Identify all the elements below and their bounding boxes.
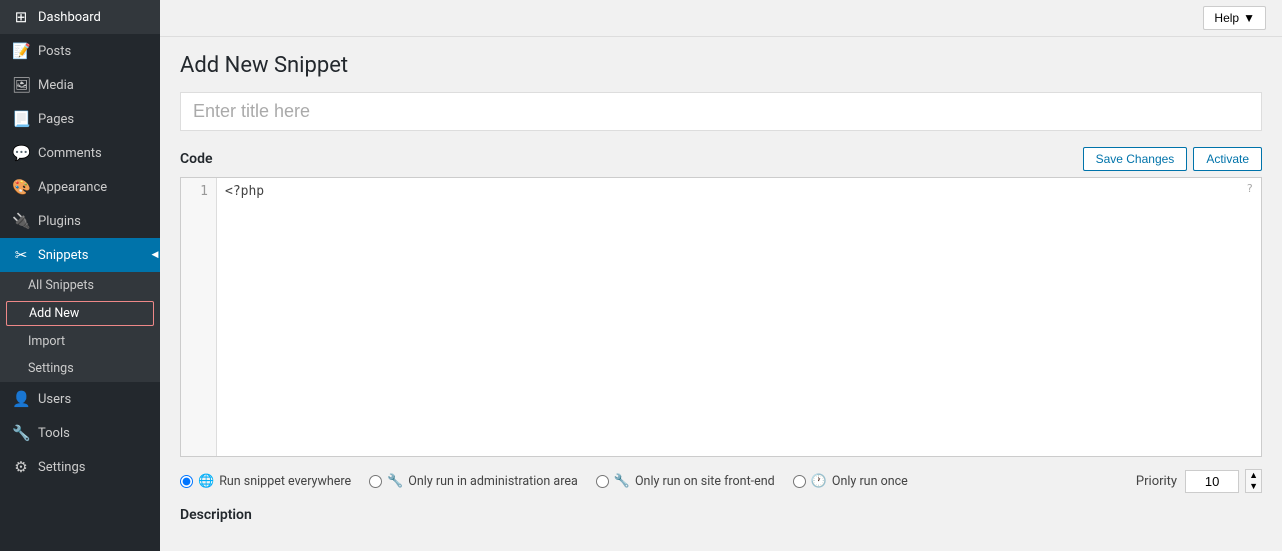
priority-up-button[interactable]: ▲: [1246, 470, 1261, 481]
submenu-all-snippets[interactable]: All Snippets: [0, 272, 160, 299]
help-button[interactable]: Help ▼: [1203, 6, 1266, 30]
run-option-once[interactable]: 🕐 Only run once: [793, 474, 908, 489]
content-area: Add New Snippet Code Save Changes Activa…: [160, 37, 1282, 551]
code-help-icon[interactable]: ?: [1246, 182, 1253, 195]
posts-icon: 📝: [12, 42, 30, 60]
sidebar-item-pages[interactable]: 📃 Pages: [0, 102, 160, 136]
priority-wrap: Priority ▲ ▼: [1136, 469, 1262, 493]
globe-icon: 🌐: [198, 474, 214, 489]
sidebar-item-dashboard[interactable]: ⊞ Dashboard: [0, 0, 160, 34]
main-content: Help ▼ Add New Snippet Code Save Changes…: [160, 0, 1282, 551]
run-option-frontend[interactable]: 🔧 Only run on site front-end: [596, 474, 775, 489]
line-number: 1: [189, 184, 208, 199]
run-option-everywhere[interactable]: 🌐 Run snippet everywhere: [180, 474, 351, 489]
description-label: Description: [180, 507, 1262, 523]
snippet-title-input[interactable]: [180, 92, 1262, 131]
code-editor: 1 <?php ?: [180, 177, 1262, 457]
submenu-add-new[interactable]: Add New: [6, 301, 154, 326]
wrench2-icon: 🔧: [614, 474, 630, 489]
sidebar-item-settings[interactable]: ⚙ Settings: [0, 450, 160, 484]
sidebar-item-media[interactable]: 🖼 Media: [0, 68, 160, 102]
code-area[interactable]: <?php ?: [217, 178, 1261, 456]
sidebar-item-tools[interactable]: 🔧 Tools: [0, 416, 160, 450]
sidebar-item-plugins[interactable]: 🔌 Plugins: [0, 204, 160, 238]
priority-label: Priority: [1136, 474, 1177, 489]
sidebar-item-comments[interactable]: 💬 Comments: [0, 136, 160, 170]
activate-button[interactable]: Activate: [1193, 147, 1262, 171]
sidebar-item-appearance[interactable]: 🎨 Appearance: [0, 170, 160, 204]
users-icon: 👤: [12, 390, 30, 408]
appearance-icon: 🎨: [12, 178, 30, 196]
save-changes-button[interactable]: Save Changes: [1083, 147, 1188, 171]
code-actions: Save Changes Activate: [1083, 147, 1262, 171]
snippets-icon: ✂: [12, 246, 30, 264]
wrench-icon: 🔧: [387, 474, 403, 489]
sidebar-item-snippets[interactable]: ✂ Snippets ◀: [0, 238, 160, 272]
page-title: Add New Snippet: [180, 53, 1262, 78]
sidebar-item-users[interactable]: 👤 Users: [0, 382, 160, 416]
run-frontend-radio[interactable]: [596, 475, 609, 488]
media-icon: 🖼: [12, 76, 30, 94]
run-admin-radio[interactable]: [369, 475, 382, 488]
submenu-settings[interactable]: Settings: [0, 355, 160, 382]
line-numbers: 1: [181, 178, 217, 456]
settings-icon: ⚙: [12, 458, 30, 476]
sidebar: ⊞ Dashboard 📝 Posts 🖼 Media 📃 Pages 💬 Co…: [0, 0, 160, 551]
submenu-import[interactable]: Import: [0, 328, 160, 355]
run-everywhere-radio[interactable]: [180, 475, 193, 488]
pages-icon: 📃: [12, 110, 30, 128]
sidebar-item-posts[interactable]: 📝 Posts: [0, 34, 160, 68]
plugins-icon: 🔌: [12, 212, 30, 230]
dashboard-icon: ⊞: [12, 8, 30, 26]
tools-icon: 🔧: [12, 424, 30, 442]
priority-down-button[interactable]: ▼: [1246, 481, 1261, 492]
priority-input[interactable]: [1185, 470, 1239, 493]
snippets-collapse-arrow[interactable]: ◀: [149, 238, 160, 272]
run-once-radio[interactable]: [793, 475, 806, 488]
snippets-submenu: All Snippets Add New Import Settings: [0, 272, 160, 382]
code-section-header: Code Save Changes Activate: [180, 147, 1262, 171]
run-option-admin[interactable]: 🔧 Only run in administration area: [369, 474, 578, 489]
run-options: 🌐 Run snippet everywhere 🔧 Only run in a…: [180, 469, 1262, 493]
comments-icon: 💬: [12, 144, 30, 162]
clock-icon: 🕐: [811, 474, 827, 489]
code-label: Code: [180, 151, 213, 167]
topbar: Help ▼: [160, 0, 1282, 37]
priority-spinners: ▲ ▼: [1245, 469, 1262, 493]
